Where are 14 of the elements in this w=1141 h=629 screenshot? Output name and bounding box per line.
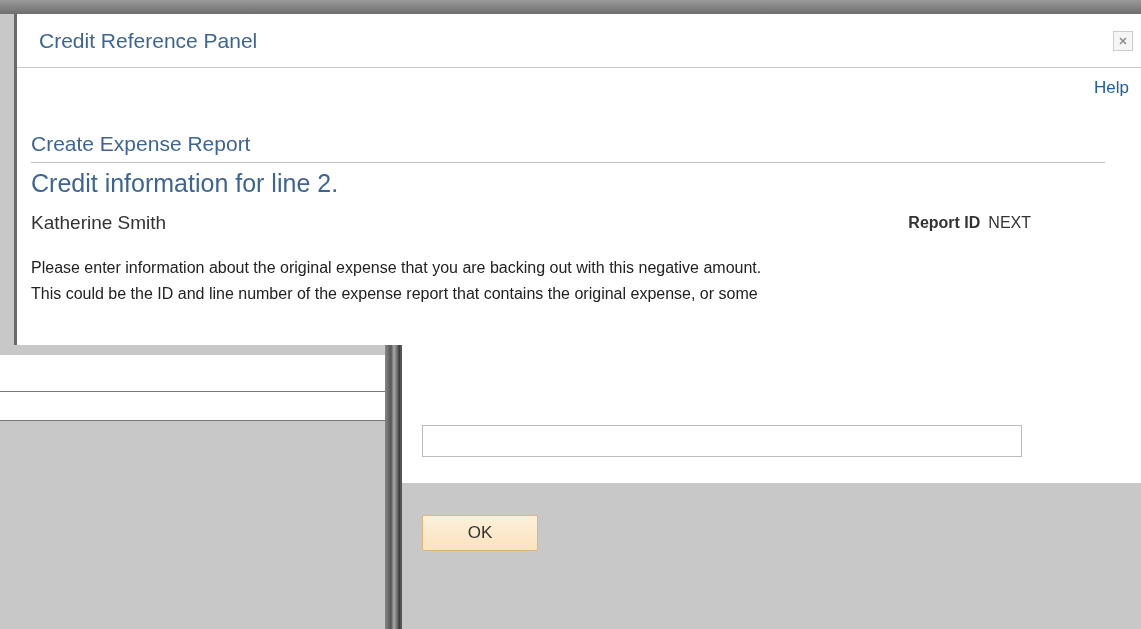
report-id-label: Report ID <box>908 214 981 232</box>
input-field[interactable] <box>422 425 1022 457</box>
splitter-bar[interactable] <box>385 345 400 629</box>
help-link[interactable]: Help <box>1094 78 1129 98</box>
section-heading: Credit information for line 2. <box>31 169 340 198</box>
close-button[interactable] <box>1113 30 1133 51</box>
page-title: Create Expense Report <box>31 132 1105 163</box>
report-id-value: NEXT <box>988 214 1031 232</box>
ok-button[interactable]: OK <box>422 515 538 551</box>
close-icon <box>1118 35 1128 46</box>
instruction-text: This could be the ID and line number of the expense report that contains the original expense, or some <box>31 285 759 303</box>
window-title: Credit Reference Panel <box>39 28 258 53</box>
instruction-text: Please enter information about the original expense that you are backing out with this negative amount. <box>31 259 763 277</box>
employee-name: Katherine Smith <box>31 212 168 234</box>
